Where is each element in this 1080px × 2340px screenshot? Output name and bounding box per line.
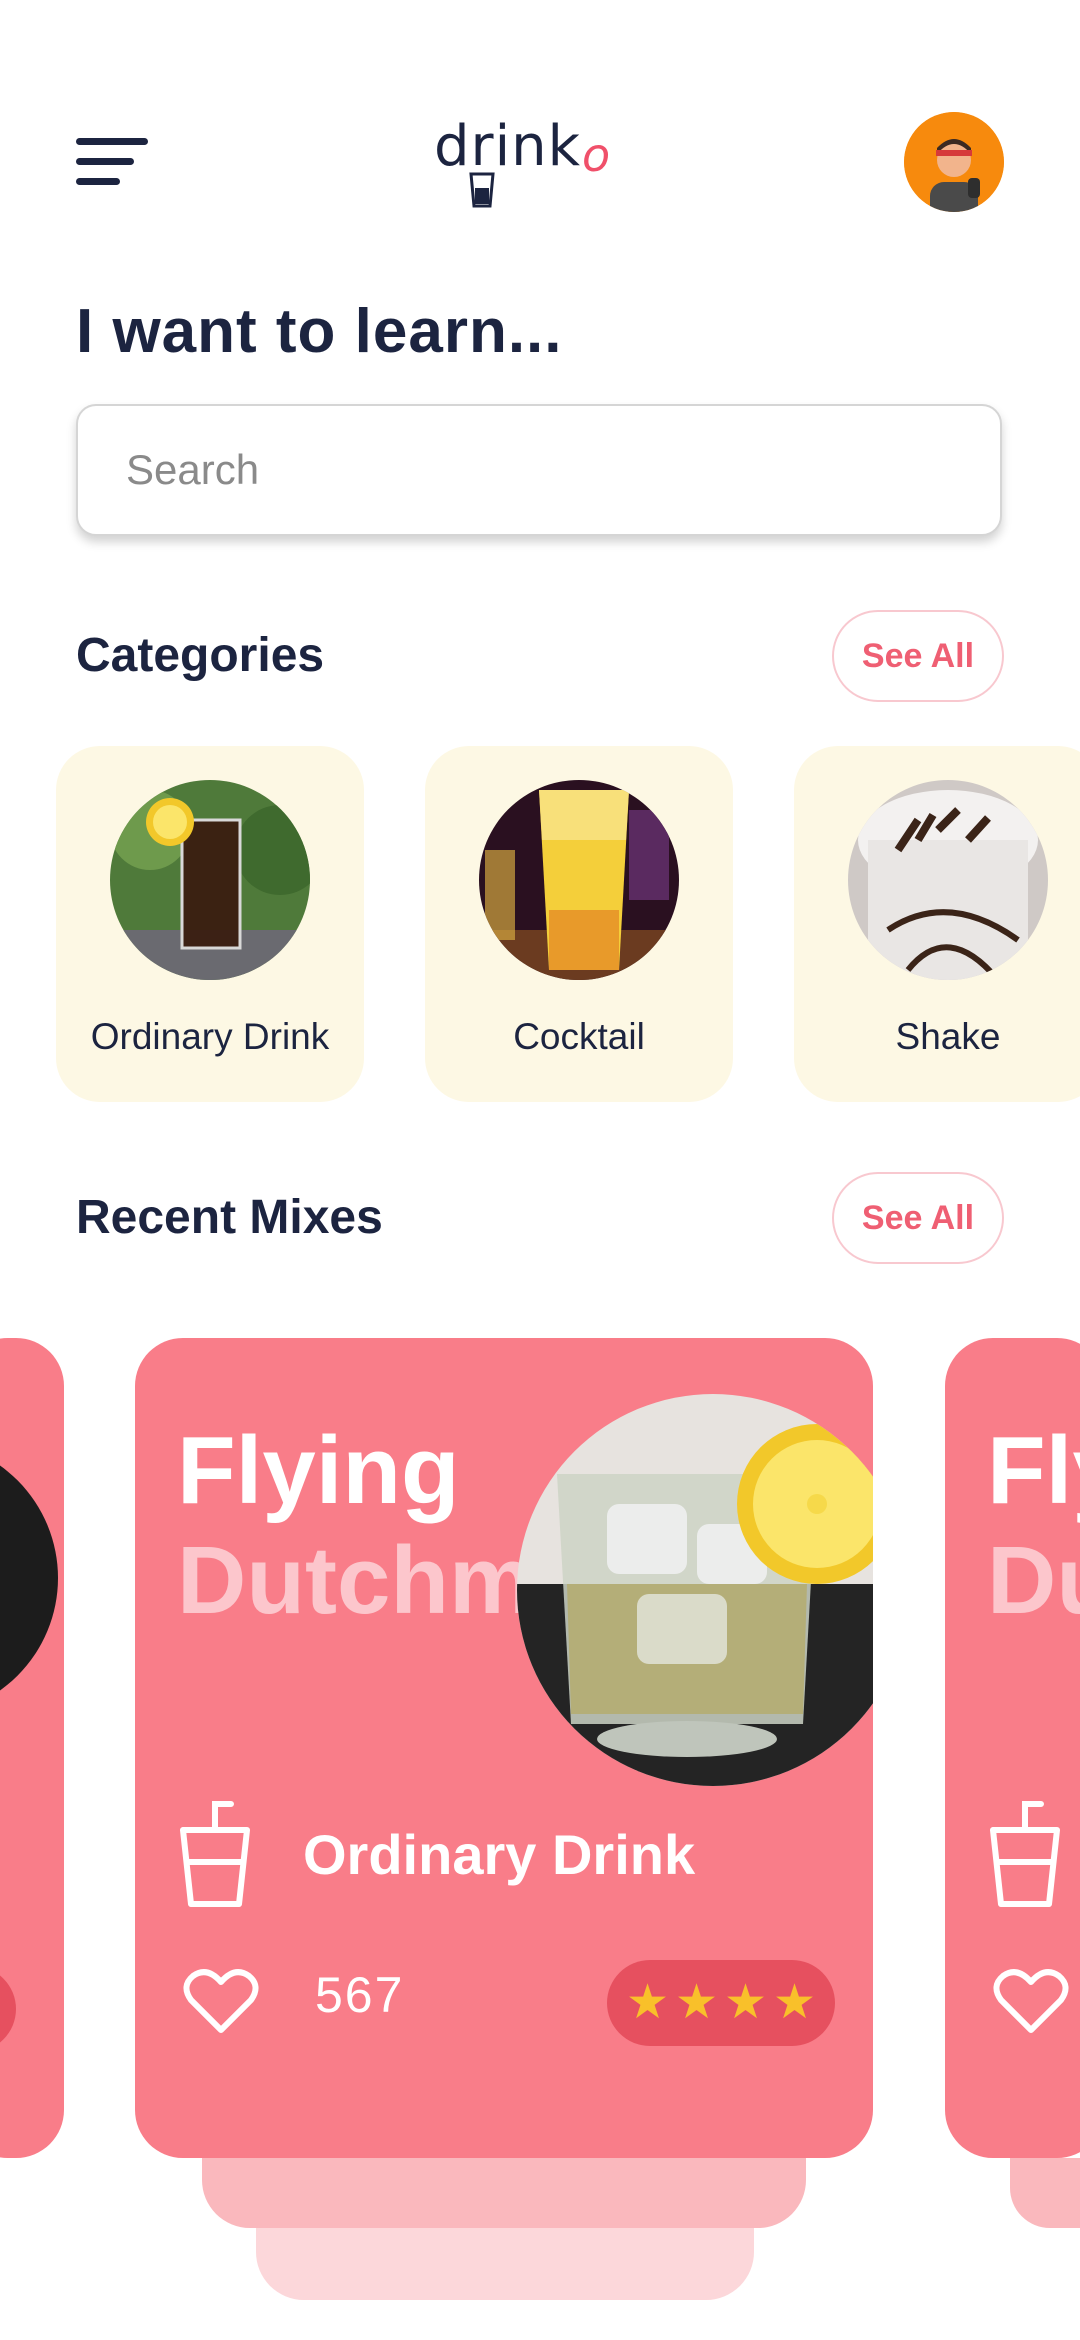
shake-photo xyxy=(848,780,1048,980)
menu-line xyxy=(76,158,134,165)
star-icon: ★ xyxy=(724,1976,768,2029)
card-stack-layer xyxy=(1010,2158,1080,2228)
glass-icon xyxy=(180,1801,250,1907)
menu-line xyxy=(76,138,148,145)
menu-line xyxy=(76,178,120,185)
app-logo: drink o xyxy=(430,110,620,210)
avatar-icon xyxy=(904,112,1004,212)
search-input[interactable] xyxy=(78,406,1000,534)
recent-mixes-title: Recent Mixes xyxy=(76,1191,383,1244)
heart-icon[interactable] xyxy=(183,1966,259,2036)
mix-card-peek-right[interactable]: Fly Du xyxy=(945,1338,1080,2158)
star-icon: ★ xyxy=(773,1976,817,2029)
heart-icon[interactable] xyxy=(993,1966,1069,2036)
glass-icon xyxy=(990,1801,1060,1907)
peek-rating-badge: ★ xyxy=(0,1966,16,2052)
search-box[interactable] xyxy=(76,404,1002,536)
category-card-shake[interactable]: Shake xyxy=(794,746,1080,1102)
logo-accent: o xyxy=(582,128,611,182)
categories-title: Categories xyxy=(76,629,325,682)
mix-card-flying-dutchman[interactable]: Flying Dutchman Ordinary Drink 567 ★ ★ ★… xyxy=(135,1338,873,2158)
cocktail-photo xyxy=(479,780,679,980)
cup-icon xyxy=(469,172,495,208)
rating-badge: ★ ★ ★ ★ xyxy=(607,1960,835,2046)
star-icon: ★ xyxy=(674,1976,718,2029)
mix-category-label: Ordinary Drink xyxy=(303,1823,696,1886)
page-headline: I want to learn... xyxy=(76,297,563,366)
likes-count: 567 xyxy=(315,1967,405,2023)
menu-button[interactable] xyxy=(76,138,148,190)
peek-title-line2: Du xyxy=(987,1527,1080,1634)
user-avatar[interactable] xyxy=(904,112,1004,212)
peek-title-line1: Fly xyxy=(987,1417,1080,1524)
category-card-ordinary-drink[interactable]: Ordinary Drink xyxy=(56,746,364,1102)
categories-see-all-button[interactable]: See All xyxy=(832,610,1004,702)
recent-see-all-button[interactable]: See All xyxy=(832,1172,1004,1264)
star-icon: ★ xyxy=(625,1976,669,2029)
peek-mix-title: Fly Du xyxy=(987,1416,1080,1636)
logo-text: drink xyxy=(434,114,582,179)
category-label: Shake xyxy=(895,1016,1001,1057)
category-card-cocktail[interactable]: Cocktail xyxy=(425,746,733,1102)
mix-card-peek-left[interactable]: ★ xyxy=(0,1338,64,2158)
peek-drink-photo xyxy=(0,1465,58,1691)
category-label: Cocktail xyxy=(513,1016,645,1057)
category-label: Ordinary Drink xyxy=(90,1016,330,1057)
ordinary-drink-photo xyxy=(110,780,310,980)
